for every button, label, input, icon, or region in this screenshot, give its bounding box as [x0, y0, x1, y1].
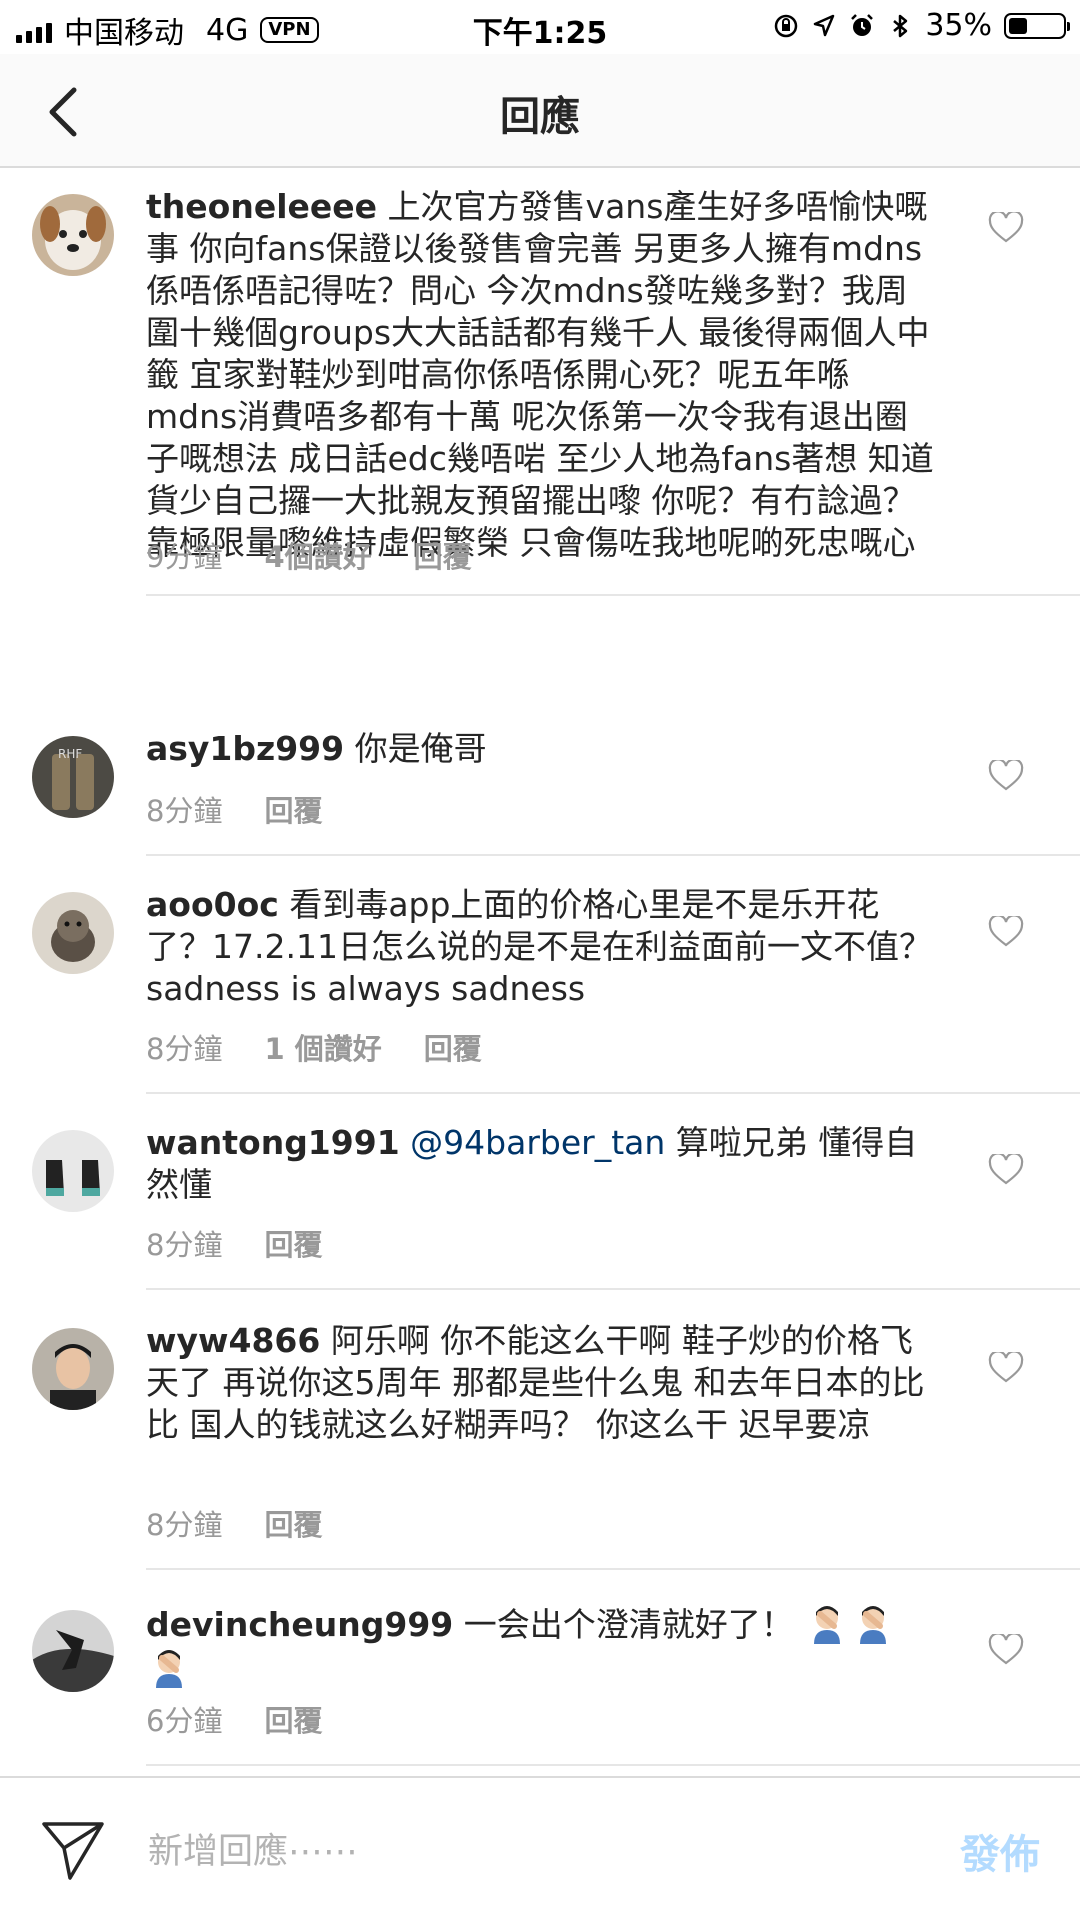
comment-body: theoneleeee 上次官方發售vans產生好多唔愉快嘅事 你向fans保證… — [146, 186, 936, 564]
like-heart-icon[interactable] — [988, 1154, 1024, 1186]
divider — [146, 1568, 1080, 1570]
avatar[interactable]: RHF — [32, 736, 114, 818]
comment-mention-link[interactable]: @94barber_tan — [410, 1123, 665, 1162]
avatar[interactable] — [32, 194, 114, 276]
comment-username[interactable]: wantong1991 — [146, 1123, 400, 1162]
page-title: 回應 — [500, 94, 580, 140]
comment-time: 8分鐘 — [146, 1508, 223, 1542]
avatar[interactable] — [32, 892, 114, 974]
comment-username[interactable]: devincheung999 — [146, 1605, 453, 1644]
comment-body: wyw4866 阿乐啊 你不能这么干啊 鞋子炒的价格飞天了 再说你这5周年 那都… — [146, 1320, 936, 1446]
divider — [146, 1764, 1080, 1766]
avatar[interactable] — [32, 1328, 114, 1410]
nav-header: 回應 — [0, 54, 1080, 168]
reply-button[interactable]: 回覆 — [414, 534, 472, 576]
comment-text: 一会出个澄清就好了！ — [463, 1605, 794, 1644]
comment-meta: 8分鐘 回覆 — [146, 788, 322, 830]
facepalm-emoji-icon — [156, 1650, 182, 1688]
reply-button[interactable]: 回覆 — [264, 788, 322, 830]
like-heart-icon[interactable] — [988, 916, 1024, 948]
comment-meta: 8分鐘 回覆 — [146, 1222, 322, 1264]
comment-time: 9分鐘 — [146, 540, 223, 574]
reply-button[interactable]: 回覆 — [424, 1026, 482, 1068]
reply-button[interactable]: 回覆 — [264, 1698, 322, 1740]
comment-body: asy1bz999 你是俺哥 — [146, 728, 936, 770]
comment-username[interactable]: wyw4866 — [146, 1321, 320, 1360]
divider — [146, 594, 1080, 596]
comment-input[interactable] — [146, 1818, 910, 1886]
location-icon — [814, 14, 835, 36]
like-count[interactable]: 1 個讚好 — [264, 1026, 381, 1068]
alarm-icon — [851, 13, 874, 36]
comment-meta: 6分鐘 回覆 — [146, 1698, 322, 1740]
battery-percent: 35% — [925, 8, 992, 43]
send-direct-icon[interactable] — [40, 1818, 106, 1882]
like-heart-icon[interactable] — [988, 760, 1024, 792]
post-button[interactable]: 發佈 — [960, 1822, 1040, 1880]
orientation-lock-icon — [775, 14, 798, 37]
comment-time: 8分鐘 — [146, 1228, 223, 1262]
comment-time: 8分鐘 — [146, 1032, 223, 1066]
comment-time: 6分鐘 — [146, 1704, 223, 1738]
divider — [146, 1288, 1080, 1290]
like-count[interactable]: 4個讚好 — [264, 534, 371, 576]
comment-text: 上次官方發售vans產生好多唔愉快嘅事 你向fans保證以後發售會完善 另更多人… — [146, 187, 934, 562]
comment-body: wantong1991 @94barber_tan 算啦兄弟 懂得自然懂 — [146, 1122, 936, 1206]
comment-body: aoo0oc 看到毒app上面的价格心里是不是乐开花了？17.2.11日怎么说的… — [146, 884, 936, 1010]
bluetooth-icon — [893, 14, 908, 37]
comment-username[interactable]: theoneleeee — [146, 187, 377, 226]
facepalm-emoji-icon — [860, 1606, 887, 1644]
comment-meta: 9分鐘 4個讚好 回覆 — [146, 534, 472, 576]
comment-username[interactable]: asy1bz999 — [146, 729, 344, 768]
comment-username[interactable]: aoo0oc — [146, 885, 279, 924]
facepalm-emoji-icon — [814, 1606, 841, 1644]
status-bar: 中国移动 4G VPN 下午1:25 35% — [0, 0, 1080, 54]
like-heart-icon[interactable] — [988, 1634, 1024, 1666]
avatar[interactable] — [32, 1130, 114, 1212]
divider — [146, 1092, 1080, 1094]
battery-icon — [1004, 12, 1070, 39]
comment-meta: 8分鐘 回覆 — [146, 1502, 322, 1544]
reply-button[interactable]: 回覆 — [264, 1222, 322, 1264]
like-heart-icon[interactable] — [988, 1352, 1024, 1384]
svg-text:RHF: RHF — [58, 747, 82, 761]
avatar[interactable] — [32, 1610, 114, 1692]
reply-button[interactable]: 回覆 — [264, 1502, 322, 1544]
comment-text: 你是俺哥 — [354, 729, 487, 768]
comment-time: 8分鐘 — [146, 794, 223, 828]
like-heart-icon[interactable] — [988, 212, 1024, 244]
comment-body: devincheung999 一会出个澄清就好了！ — [146, 1602, 936, 1690]
comment-meta: 8分鐘 1 個讚好 回覆 — [146, 1026, 482, 1068]
divider — [146, 854, 1080, 856]
comment-input-bar: 發佈 — [0, 1776, 1080, 1922]
